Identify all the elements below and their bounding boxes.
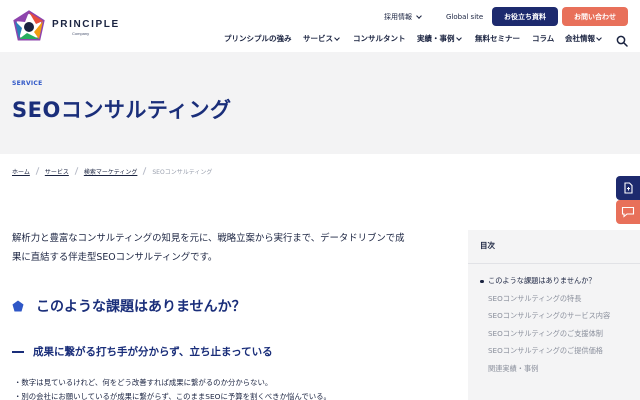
nav-item-cases[interactable]: 実績・事例	[417, 33, 462, 44]
toc-item-features[interactable]: SEOコンサルティングの特長	[480, 294, 630, 304]
nav-item-consultants[interactable]: コンサルタント	[353, 33, 406, 44]
breadcrumb: ホーム サービス 検索マーケティング SEOコンサルティング	[12, 166, 212, 176]
recruit-link[interactable]: 採用情報	[384, 11, 422, 23]
nav-item-services[interactable]: サービス	[303, 33, 340, 44]
nav-item-column[interactable]: コラム	[532, 33, 554, 44]
site-header: PRINCIPLE Company 採用情報 Global site お役立ち資…	[0, 0, 640, 52]
toc-item-support-system[interactable]: SEOコンサルティングのご支援体制	[480, 329, 630, 339]
chevron-down-icon	[596, 34, 602, 41]
section-heading-text: このような課題はありませんか？	[36, 299, 246, 315]
pentagon-icon	[12, 300, 24, 312]
issue-list: ・数字は見ているけれど、何をどう改善すれば成果に繋がるのか分からない。 ・別の会…	[14, 376, 454, 400]
nav-item-label: 会社情報	[565, 34, 595, 43]
nav-item-label: コラム	[532, 34, 555, 43]
side-download-button[interactable]	[616, 176, 640, 200]
toc-list: このような課題はありませんか？ SEOコンサルティングの特長 SEOコンサルティ…	[480, 276, 630, 381]
breadcrumb-separator	[74, 167, 79, 175]
toc-item-cases[interactable]: 関連実績・事例	[480, 364, 630, 374]
list-item: ・数字は見ているけれど、何をどう改善すれば成果に繋がるのか分からない。	[14, 378, 273, 387]
toc-item-pricing[interactable]: SEOコンサルティングのご提供価格	[480, 346, 630, 356]
nav-item-seminar[interactable]: 無料セミナー	[475, 33, 520, 44]
chevron-down-icon	[334, 34, 340, 41]
download-button[interactable]: お役立ち資料	[492, 7, 558, 26]
section-heading: このような課題はありませんか？	[12, 296, 246, 316]
subsection-heading: 成果に繋がる打ち手が分からず、立ち止まっている	[12, 344, 273, 359]
heading-bar	[12, 350, 24, 353]
nav-item-label: 無料セミナー	[475, 34, 520, 43]
breadcrumb-home[interactable]: ホーム	[12, 167, 30, 176]
brand-name[interactable]: PRINCIPLE	[52, 19, 120, 30]
chevron-down-icon	[455, 34, 462, 41]
list-item: ・別の会社にお願いしているが成果に繋がらず、このままSEOに予算を割くべきか悩ん…	[14, 392, 331, 400]
breadcrumb-separator	[35, 167, 40, 175]
global-site-label: Global site	[446, 13, 484, 21]
chat-icon	[621, 206, 635, 218]
divider	[468, 263, 640, 264]
contact-button[interactable]: お問い合わせ	[562, 7, 628, 26]
breadcrumb-separator	[143, 167, 147, 175]
breadcrumb-services[interactable]: サービス	[45, 167, 69, 176]
nav-item-label: サービス	[303, 34, 333, 43]
toc-item-issues[interactable]: このような課題はありませんか？	[480, 276, 630, 286]
hero-kicker: SERVICE	[12, 80, 43, 87]
nav-item-strengths[interactable]: プリンシプルの強み	[224, 33, 292, 44]
lead-line: 果に直結する伴走型SEOコンサルティングです。	[12, 252, 218, 263]
lead-line: 解析力と豊富なコンサルティングの知見を元に、戦略立案から実行まで、データドリブン…	[12, 233, 405, 244]
search-icon	[616, 35, 628, 47]
side-contact-button[interactable]	[616, 200, 640, 224]
toc-title: 目次	[480, 241, 495, 250]
breadcrumb-current: SEOコンサルティング	[152, 168, 213, 176]
page-title: SEOコンサルティング	[12, 98, 232, 122]
lead-paragraph: 解析力と豊富なコンサルティングの知見を元に、戦略立案から実行まで、データドリブン…	[12, 229, 442, 267]
nav-item-label: コンサルタント	[353, 34, 406, 43]
main-nav: プリンシプルの強み サービス コンサルタント 実績・事例 無料セミナー コラム …	[0, 33, 640, 45]
chevron-down-icon	[416, 13, 422, 19]
toc-item-service-content[interactable]: SEOコンサルティングのサービス内容	[480, 311, 630, 321]
nav-item-company[interactable]: 会社情報	[565, 33, 602, 44]
nav-item-label: 実績・事例	[417, 34, 455, 43]
breadcrumb-search-marketing[interactable]: 検索マーケティング	[84, 167, 138, 176]
nav-item-label: プリンシプルの強み	[224, 34, 292, 43]
document-icon	[624, 182, 633, 194]
subsection-heading-text: 成果に繋がる打ち手が分からず、立ち止まっている	[33, 346, 273, 358]
search-button[interactable]	[616, 32, 628, 47]
table-of-contents: 目次 このような課題はありませんか？ SEOコンサルティングの特長 SEOコンサ…	[468, 230, 640, 400]
global-site-link[interactable]: Global site	[446, 11, 483, 23]
recruit-label: 採用情報	[384, 13, 412, 21]
